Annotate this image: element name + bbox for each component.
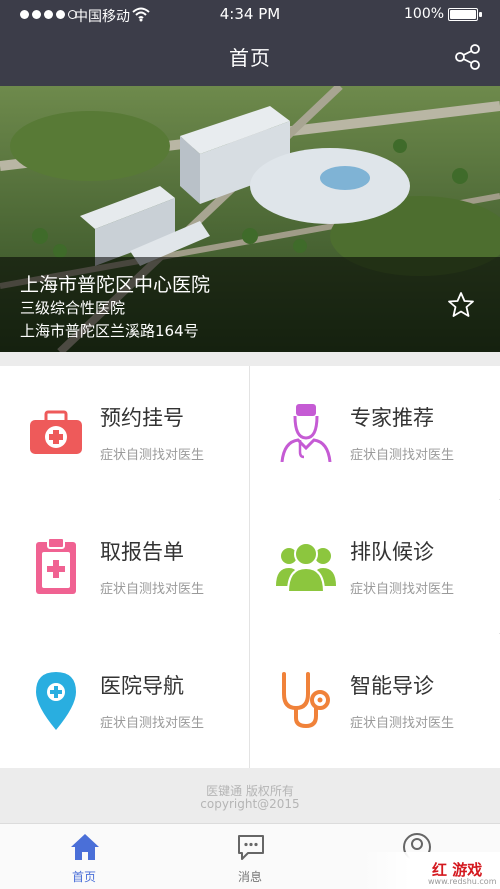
service-subtitle: 症状自测找对医生 [350, 716, 455, 731]
doctor-icon [280, 404, 332, 462]
tab-messages[interactable]: 消息 [190, 824, 310, 889]
expert-recommendation-card[interactable]: 专家推荐 症状自测找对医生 [250, 366, 499, 500]
report-clipboard-icon [36, 537, 76, 594]
service-title: 智能导诊 [350, 674, 434, 698]
star-outline-icon[interactable] [447, 291, 475, 319]
service-subtitle: 症状自测找对医生 [350, 582, 455, 597]
status-bar: 中国移动 4:34 PM 100% [0, 0, 500, 30]
tab-home[interactable]: 首页 [24, 824, 144, 889]
copyright-year: copyright@2015 [200, 797, 300, 811]
service-subtitle: 症状自测找对医生 [100, 716, 205, 731]
appointment-registration-card[interactable]: 预约挂号 症状自测找对医生 [0, 366, 249, 500]
service-title: 取报告单 [100, 540, 184, 564]
hospital-address: 上海市普陀区兰溪路164号 [20, 322, 199, 340]
smart-triage-card[interactable]: 智能导诊 症状自测找对医生 [250, 634, 499, 768]
battery-icon [448, 8, 482, 21]
service-subtitle: 症状自测找对医生 [100, 448, 205, 463]
medical-kit-icon [30, 410, 82, 454]
service-subtitle: 症状自测找对医生 [100, 582, 205, 597]
service-title: 专家推荐 [350, 406, 434, 430]
hospital-navigation-card[interactable]: 医院导航 症状自测找对医生 [0, 634, 249, 768]
hospital-level: 三级综合性医院 [20, 299, 126, 317]
tab-label: 消息 [237, 870, 262, 884]
stethoscope-icon [282, 672, 330, 729]
page-title: 首页 [229, 46, 271, 70]
message-icon [238, 835, 264, 860]
hospital-banner[interactable]: 上海市普陀区中心医院 三级综合性医院 上海市普陀区兰溪路164号 [0, 86, 500, 352]
hospital-name: 上海市普陀区中心医院 [20, 274, 211, 296]
top-bar: 中国移动 4:34 PM 100% 首页 [0, 0, 500, 86]
collect-report-card[interactable]: 取报告单 症状自测找对医生 [0, 500, 249, 634]
service-title: 预约挂号 [100, 406, 184, 430]
share-icon[interactable] [454, 43, 482, 71]
tab-label: 首页 [71, 870, 96, 884]
watermark-url: www.redshu.com [428, 877, 497, 886]
queue-waiting-card[interactable]: 排队候诊 症状自测找对医生 [250, 500, 499, 634]
service-grid: 预约挂号 症状自测找对医生 专家推荐 症状自测找对医生 取报告单 症状自测找对医… [0, 366, 500, 768]
service-subtitle: 症状自测找对医生 [350, 448, 455, 463]
map-pin-icon [36, 672, 76, 730]
service-title: 医院导航 [100, 674, 184, 698]
battery-percent: 100% [404, 6, 445, 22]
queue-people-icon [276, 542, 336, 593]
home-icon [71, 834, 99, 860]
service-title: 排队候诊 [350, 540, 434, 564]
